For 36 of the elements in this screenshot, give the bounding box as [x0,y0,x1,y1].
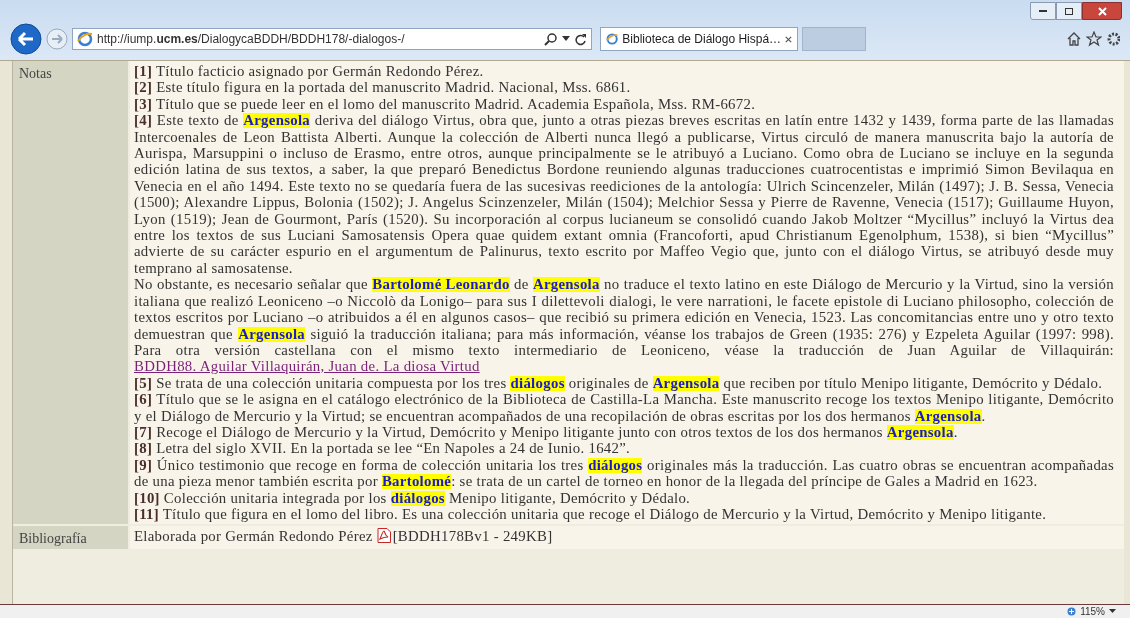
reference-link[interactable]: BDDH88. Aguilar Villaquirán, Juan de. La diosa Virtud [134,358,480,375]
note-paragraph: No obstante, es necesario señalar que Bartolomé Leonardo de Argensola no traduce el texto latino en este Diálogo de Mercurio y la Virtud, sino la versión italiana que realizó Leoniceno –o Niccolò da Lonigo– para sus I dilettevoli dialogi, le vere narrationi, le facete epistole di Luciano philosopho, colección de textos escritos por Luciano –o atribuidos a él en algunos casos– que recibió su primera edición en Venecia, 1523. Las concomitancias entre uno y otro texto demuestran que Argensola siguió la traducción italiana; para más información, véanse los trabajos de Green (1935: 276) y Ezpeleta Aguilar (1997: 998). Para otra versión castellana con el mismo texto intermediario de Leoniceno, véase la traducción de Juan Aguilar de Villaquirán: BDDH88. Aguilar Villaquirán, Juan de. La diosa Virtud [134,276,1114,375]
star-icon[interactable] [1086,31,1102,47]
note-paragraph: [8] Letra del siglo XVII. En la portada se lee “En Napoles a 24 de Iunio. 1642”. [134,440,632,457]
close-icon[interactable] [785,34,792,44]
note-paragraph: [2] Este título figura en la portada del manuscrito Madrid. Nacional, Mss. 6861. [134,79,632,96]
note-paragraph: [7] Recoge el Diálogo de Mercurio y la Virtud, Demócrito y Menipo litigante junto con otros textos de los dos hermanos Argensola. [134,423,958,441]
browser-tab[interactable]: Biblioteca de Diálogo Hispá… [600,27,798,51]
close-icon [1097,6,1107,16]
note-paragraph: Elaborada por Germán Redondo Pérez [BDDH178Bv1 - 249KB] [134,528,554,545]
note-paragraph: [3] Título que se puede leer en el lomo del manuscrito Madrid. Academia Española, Mss. RM-6672. [134,95,757,113]
zoom-level[interactable]: 115% [1080,604,1105,618]
note-paragraph: [10] Colección unitaria integrada por los diálogos Menipo litigante, Demócrito y Dédalo. [134,489,692,506]
maximize-button[interactable] [1056,2,1082,20]
back-button[interactable] [10,23,42,55]
search-icon[interactable] [544,32,558,46]
pdf-icon[interactable] [376,528,391,544]
page-icon [606,31,619,47]
row-label: Bibliografía [13,526,128,550]
home-icon[interactable] [1066,31,1082,47]
close-button[interactable] [1082,2,1122,20]
note-paragraph: [6] Título que se le asigna en el catálogo electrónico de la Biblioteca de Castilla-La Mancha. Este manuscrito recoge los textos Menipo litigante, Demócrito y el Diálogo de Mercurio y la Virtud; se encuentran acompañados de una recopilación de obras escritas por los dos hermanos Argensola. [134,391,1114,424]
address-bar[interactable]: http://iump.ucm.es/DialogycaBDDH/BDDH178/-dialogos-/ [72,28,592,50]
minimize-button[interactable] [1030,2,1056,20]
address-text: http://iump.ucm.es/DialogycaBDDH/BDDH178/-dialogos-/ [97,31,405,48]
note-paragraph: [9] Único testimonio que recoge en forma de colección unitaria los tres diálogos originales más la traducción. Las cuatro obras se encuentran acompañadas de una pieza menor también escrita por Bartolomé: se trata de un cartel de torneo en honor de la llegada del príncipe de Gales a Madrid en 1623. [134,456,1114,490]
dropdown-icon[interactable] [562,36,570,42]
page-icon [77,31,93,47]
note-paragraph: [4] Este texto de Argensola deriva del diálogo Virtus, obra que, junto a otras piezas breves escritas en latín entre 1432 y 1439, forma parte de las llamadas Intercoenales de Leon Battista Alberti. Aunque la colección de Alberti nunca llegó a publicarse, Virtus circuló de manera manuscrita bajo la autoría de Aurispa, Marsuppini o incluso de Erasmo, entre otros, aunque principalmente se le atribuyó a Luciano. Como obra de Luciano se incluye en la segunda edición latina de sus textos, a saber, la que preparó Benedictus Bordone reuniendo algunas traducciones cuatrocentistas e imprimió Simon Bevilaqua en Venecia en el año 1494. Este texto no se quedaría fuera de las sucesivas reediciones de la antología: Ulrich Scincenzeler, Milán (1497); J. B. Sessa, Venecia (1500); Alexandre Lippus, Bolonia (1502); J. Angelus Scinzenzeler, Milán (1504); Melchior Sessa y Pierre de Ravenne, Venecia (1517); Guillaume Huyon, Lyon (1519); Jean de Gourmont, París (1520). Su incorporación al corpus lucianeum se consolidó cuando Jakob Moltzer “Mycillus” incluyó la Virtus dea entre los textos de sus Luciani Samosatensis Opera quae quidem extant omnia (Francoforti, apud Christianum Egenolphum, 1538), si bien “Mycillus” advierte de su carácter espurio en el argumentum de Palinurus, texto escrito por Maffeo Vegio que, junto con el diálogo Virtus, se atribuyó desde muy temprano al samosatense. [134,112,1114,277]
row-label: Notas [13,61,128,525]
note-paragraph: [1] Título facticio asignado por Germán Redondo Pérez. [134,63,485,80]
dropdown-icon[interactable] [1109,609,1116,614]
zoom-icon[interactable] [1067,607,1077,616]
refresh-icon[interactable] [574,32,587,46]
note-paragraph: [5] Se trata de una colección unitaria compuesta por los tres diálogos originales de Argensola que reciben por título Menipo litigante, Demócrito y Dédalo. [134,374,1104,392]
note-paragraph: [11] Título que figura en el lomo del libro. Es una colección unitaria que recoge el Diálogo de Mercurio y la Virtud, Demócrito y Menipo litigante. [134,505,1048,523]
